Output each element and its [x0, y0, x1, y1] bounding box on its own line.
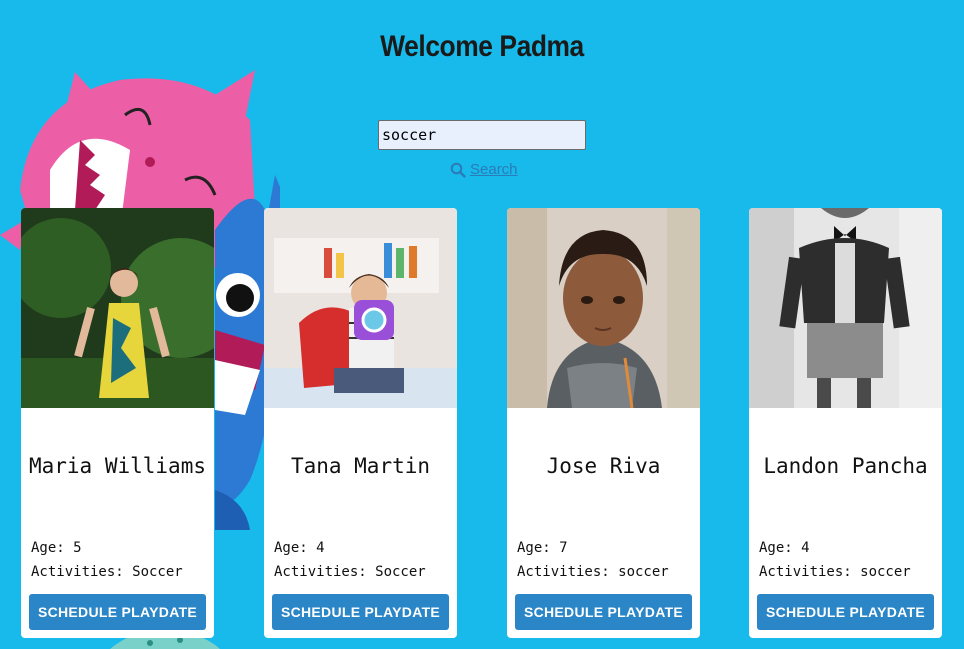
search-button-label: Search [470, 161, 518, 178]
kid-activities: Activities: Soccer [274, 564, 426, 580]
search-icon [450, 162, 466, 178]
kid-card-jose-riva: Jose Riva Age: 7 Activities: soccer SCHE… [507, 208, 700, 638]
kid-activities: Activities: Soccer [31, 564, 183, 580]
kid-card-landon-pancha: Landon Pancha Age: 4 Activities: soccer … [749, 208, 942, 638]
schedule-playdate-button[interactable]: SCHEDULE PLAYDATE [515, 594, 692, 630]
kid-card-maria-williams: Maria Williams Age: 5 Activities: Soccer… [21, 208, 214, 638]
kid-photo [264, 208, 457, 408]
kid-photo [21, 208, 214, 408]
schedule-playdate-button[interactable]: SCHEDULE PLAYDATE [29, 594, 206, 630]
kid-age: Age: 4 [759, 540, 810, 556]
schedule-playdate-button[interactable]: SCHEDULE PLAYDATE [757, 594, 934, 630]
kid-name: Jose Riva [546, 454, 661, 478]
kid-photo [507, 208, 700, 408]
kid-photo [749, 208, 942, 408]
schedule-playdate-button[interactable]: SCHEDULE PLAYDATE [272, 594, 449, 630]
search-button[interactable]: Search [450, 161, 518, 178]
kid-activities: Activities: soccer [759, 564, 911, 580]
kid-age: Age: 5 [31, 540, 82, 556]
kid-name: Tana Martin [290, 454, 431, 478]
kid-card-tana-martin: Tana Martin Age: 4 Activities: Soccer SC… [264, 208, 457, 638]
kid-name: Maria Williams [28, 454, 206, 478]
kid-age: Age: 7 [517, 540, 568, 556]
kid-activities: Activities: soccer [517, 564, 669, 580]
search-input[interactable] [378, 120, 586, 150]
kid-age: Age: 4 [274, 540, 325, 556]
page-title: Welcome Padma [380, 30, 584, 63]
kid-name: Landon Pancha [763, 454, 928, 478]
